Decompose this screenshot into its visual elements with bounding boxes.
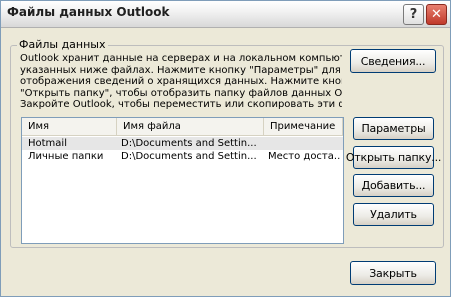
data-files-list[interactable]: Имя Имя файла Примечание Hotmail D:\Docu…	[21, 117, 344, 244]
list-item-filename: D:\Documents and Settin...	[121, 151, 257, 162]
details-button[interactable]: Сведения...	[350, 49, 436, 73]
open-folder-button[interactable]: Открыть папку...	[346, 146, 441, 169]
info-line: "Открыть папку", чтобы отобразить папку …	[20, 87, 342, 99]
remove-button[interactable]: Удалить	[353, 203, 434, 226]
list-item-comment: Место доста...	[268, 151, 340, 162]
list-item-name: Hotmail	[28, 138, 67, 149]
add-button[interactable]: Добавить...	[353, 174, 434, 197]
info-line: указанных ниже файлах. Нажмите кнопку "П…	[20, 64, 341, 76]
list-header: Имя Имя файла Примечание	[22, 118, 343, 136]
info-line: Закройте Outlook, чтобы переместить или …	[20, 99, 342, 110]
column-header-comment[interactable]: Примечание	[264, 118, 343, 135]
column-header-filename[interactable]: Имя файла	[117, 118, 264, 135]
list-item[interactable]: Личные папки D:\Documents and Settin... …	[22, 150, 343, 163]
list-item-filename: D:\Documents and Settin...	[121, 138, 257, 149]
outlook-data-files-dialog: Файлы данных Outlook ? ✕ Файлы данных Ou…	[0, 0, 451, 297]
list-item-name: Личные папки	[28, 151, 104, 162]
close-window-button[interactable]: ✕	[426, 4, 447, 25]
help-icon: ?	[409, 7, 418, 22]
close-icon: ✕	[431, 7, 442, 22]
list-item[interactable]: Hotmail D:\Documents and Settin...	[22, 137, 343, 150]
column-header-name[interactable]: Имя	[22, 118, 117, 135]
settings-button[interactable]: Параметры	[353, 117, 434, 140]
info-text: Outlook хранит данные на серверах и на л…	[20, 53, 342, 111]
help-button[interactable]: ?	[403, 4, 424, 25]
window-title: Файлы данных Outlook	[7, 5, 170, 19]
title-bar[interactable]: Файлы данных Outlook ? ✕	[1, 1, 450, 28]
group-label: Файлы данных	[17, 38, 108, 51]
info-line: Outlook хранит данные на серверах и на л…	[20, 53, 342, 64]
info-line: отображения сведений о хранящихся данных…	[20, 76, 342, 87]
close-button[interactable]: Закрыть	[350, 261, 436, 285]
